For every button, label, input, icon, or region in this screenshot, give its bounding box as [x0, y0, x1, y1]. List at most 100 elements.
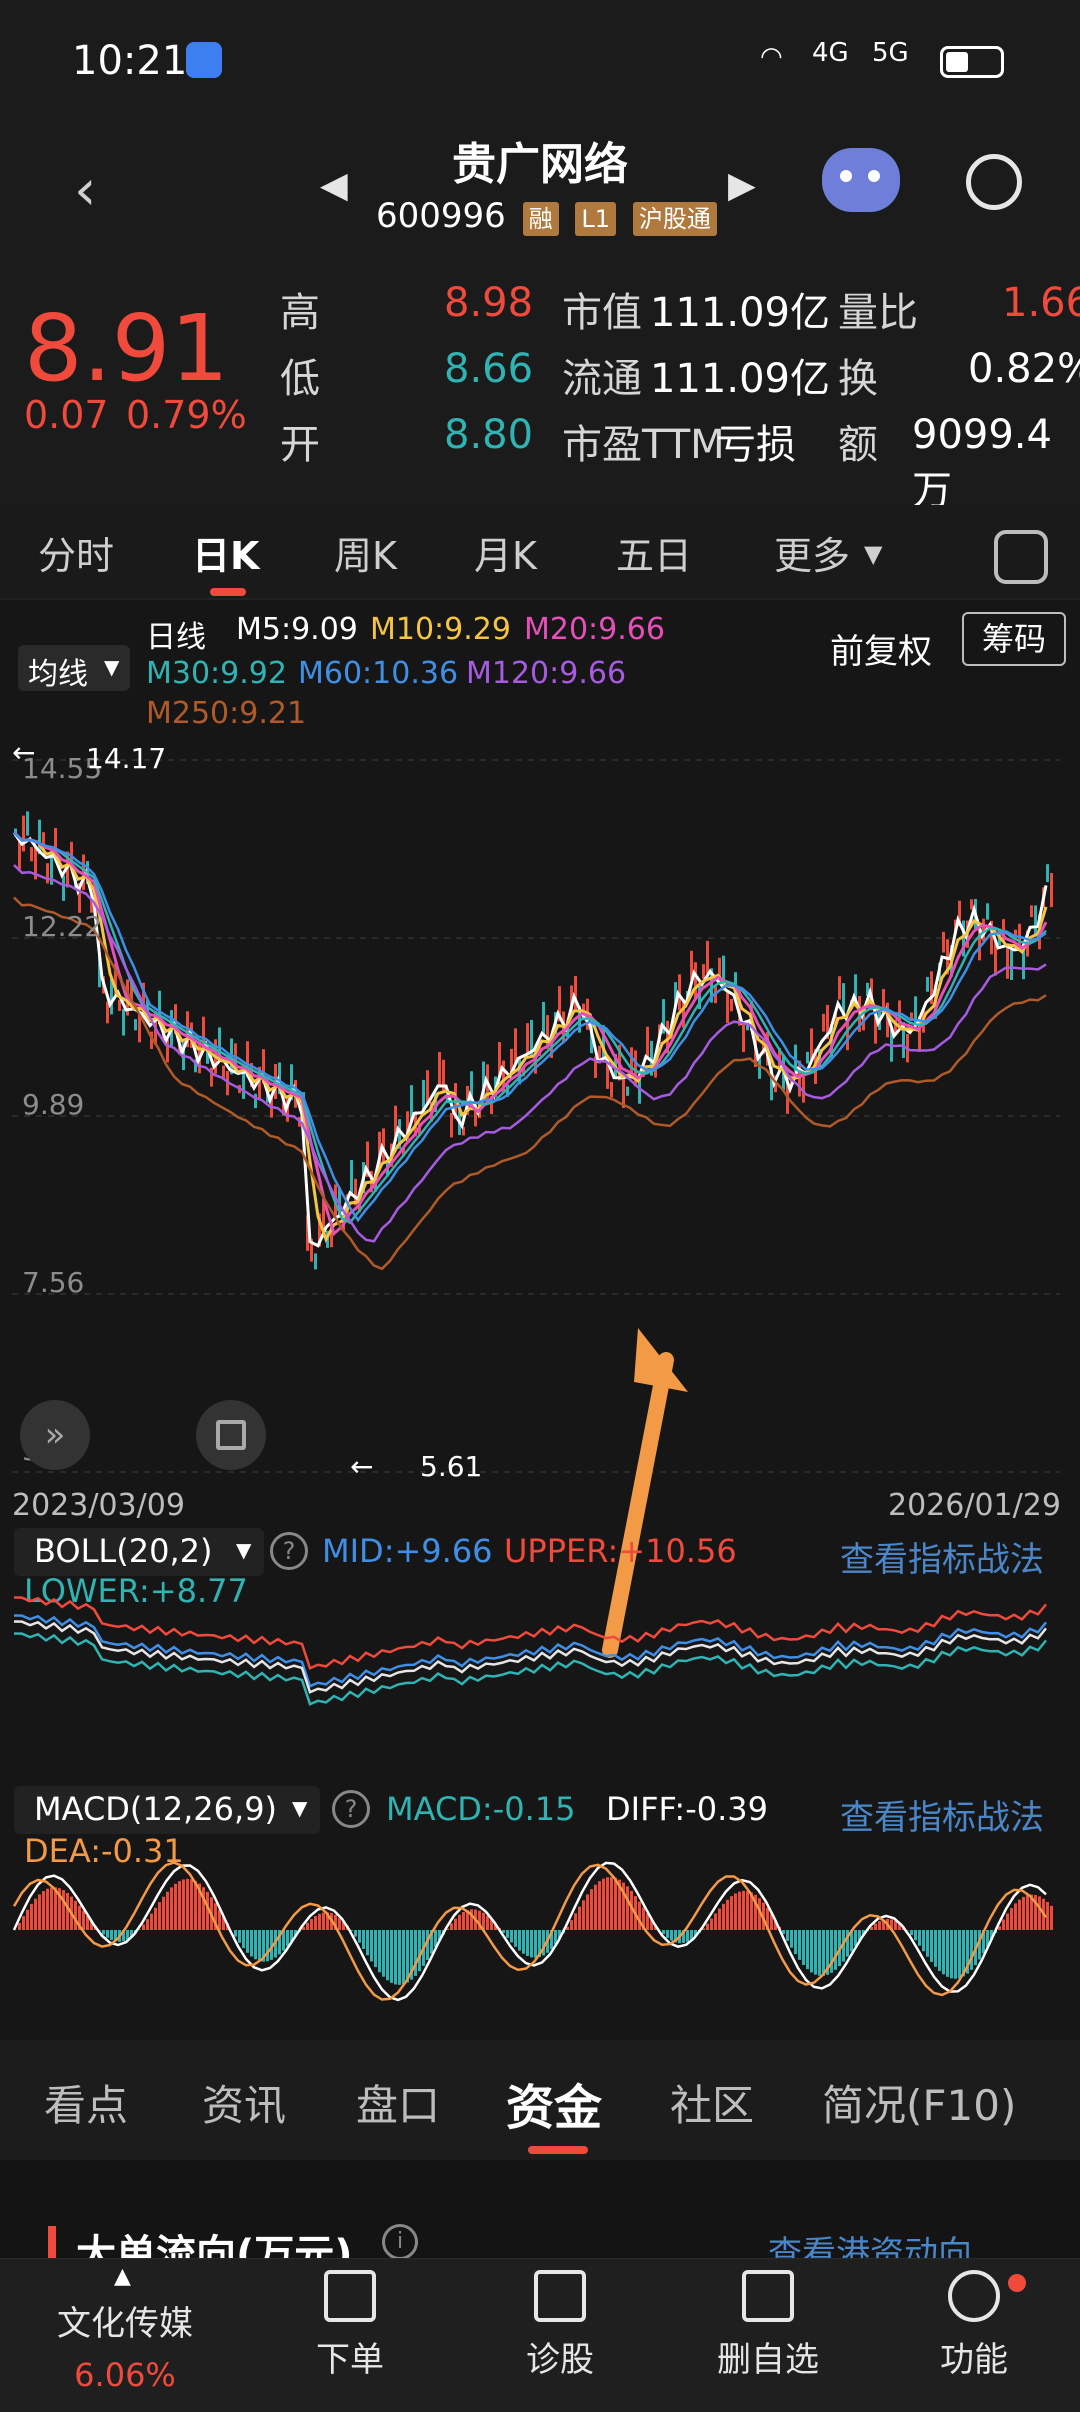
macd-bar: [706, 1923, 709, 1930]
tab-profile[interactable]: 简况(F10): [822, 2072, 1016, 2133]
diagnose-label: 诊股: [526, 2340, 594, 2380]
macd-bar: [810, 1930, 813, 1973]
quote-label-float: 流通: [562, 356, 642, 402]
boll-selector[interactable]: BOLL(20,2) ▼: [14, 1528, 264, 1576]
macd-bar: [686, 1930, 689, 1942]
sector-name[interactable]: 文化传媒: [20, 2296, 230, 2345]
quote-value-mktcap: 111.09亿: [650, 290, 830, 336]
high-label: 14.17: [86, 742, 167, 775]
functions-button[interactable]: 功能: [874, 2270, 1074, 2381]
quote-value-high: 8.98: [444, 280, 534, 326]
tab-daily-k[interactable]: 日K: [192, 525, 259, 580]
macd-bar: [1022, 1896, 1025, 1930]
quote-value-amount: 9099.4万: [912, 412, 1052, 514]
macd-bar: [814, 1930, 817, 1975]
tab-more[interactable]: 更多: [774, 525, 850, 580]
macd-bar: [186, 1878, 189, 1930]
functions-icon: [948, 2270, 1000, 2322]
macd-link[interactable]: 查看指标战法: [840, 1790, 1044, 1839]
candle: [822, 1013, 825, 1032]
adjust-mode[interactable]: 前复权: [830, 624, 932, 673]
macd-bar: [1006, 1913, 1009, 1930]
quote-value-volratio: 1.66: [1002, 280, 1080, 326]
settings-hex-icon[interactable]: [994, 530, 1048, 584]
next-stock-icon[interactable]: ▶: [728, 165, 756, 206]
macd-bar: [722, 1903, 725, 1930]
boll-link[interactable]: 查看指标战法: [840, 1532, 1044, 1581]
tab-monthly-k[interactable]: 月K: [474, 525, 537, 580]
remove-watchlist-icon: [742, 2270, 794, 2322]
info-icon[interactable]: i: [382, 2224, 418, 2260]
y-tick-2: 12.22: [22, 910, 103, 943]
diagnose-button[interactable]: 诊股: [460, 2270, 660, 2381]
tab-news[interactable]: 资讯: [202, 2072, 286, 2133]
tab-five-day[interactable]: 五日: [616, 525, 692, 580]
macd-bar: [1010, 1908, 1013, 1930]
kline-chart[interactable]: [0, 740, 1080, 1510]
stock-code: 600996: [376, 196, 506, 236]
macd-bar: [598, 1881, 601, 1930]
macd-bar: [570, 1920, 573, 1930]
macd-bar: [314, 1916, 317, 1930]
tab-weekly-k[interactable]: 周K: [334, 525, 397, 580]
macd-bar: [242, 1930, 245, 1949]
tab-active-indicator: [210, 588, 246, 596]
tab-community[interactable]: 社区: [670, 2072, 754, 2133]
remove-watchlist-label: 删自选: [717, 2340, 819, 2380]
candle: [646, 1026, 649, 1059]
low-label: 5.61: [420, 1450, 483, 1483]
candle: [942, 931, 945, 953]
macd-bar: [522, 1930, 525, 1954]
chips-button[interactable]: 筹码: [962, 612, 1066, 666]
macd-bar: [578, 1906, 581, 1930]
macd-bar: [662, 1930, 665, 1935]
macd-bar: [594, 1884, 597, 1930]
macd-bar: [710, 1918, 713, 1930]
candle: [1046, 864, 1049, 883]
macd-bar: [34, 1898, 37, 1930]
battery-icon: [940, 46, 1004, 78]
notification-dot: [1008, 2274, 1026, 2292]
macd-bar: [366, 1930, 369, 1956]
macd-bar: [258, 1930, 261, 1961]
macd-diff: DIFF:-0.39: [606, 1790, 768, 1828]
quote-label-turnover: 换: [838, 356, 878, 402]
macd-bar: [74, 1900, 77, 1930]
tab-orderbook[interactable]: 盘口: [356, 2072, 440, 2133]
robot-assistant-icon[interactable]: [822, 148, 900, 212]
tab-highlights[interactable]: 看点: [44, 2072, 128, 2133]
macd-bar: [454, 1918, 457, 1930]
remove-watchlist-button[interactable]: 删自选: [668, 2270, 868, 2381]
macd-bar: [854, 1930, 857, 1947]
candle: [242, 1069, 245, 1099]
fullscreen-icon[interactable]: [196, 1400, 266, 1470]
search-icon[interactable]: [966, 154, 1022, 210]
help-icon[interactable]: ?: [270, 1532, 308, 1570]
daily-line-label: 日线: [146, 620, 206, 655]
fund-flow-section: 大单流向(万元) i 查看港资动向: [0, 2160, 1080, 2278]
expand-left-icon[interactable]: »: [20, 1400, 90, 1470]
moving-average-line: [13, 896, 1047, 1271]
macd-bar: [626, 1886, 629, 1930]
candle: [926, 976, 929, 992]
date-end: 2026/01/29: [888, 1488, 1061, 1523]
macd-chart: [12, 1861, 1053, 2002]
signal-label-1: 4G: [812, 38, 849, 68]
macd-bar: [486, 1915, 489, 1930]
candle: [1050, 872, 1053, 908]
macd-bar: [310, 1919, 313, 1930]
tab-funds[interactable]: 资金: [506, 2068, 602, 2138]
signal-label-2: 5G: [872, 38, 909, 68]
order-button[interactable]: 下单: [250, 2270, 450, 2381]
ma-toggle[interactable]: 均线 ▼: [18, 645, 130, 692]
macd-bar: [318, 1913, 321, 1930]
candle: [1034, 905, 1037, 937]
macd-bar: [822, 1930, 825, 1976]
macd-bar: [178, 1881, 181, 1930]
tab-intraday[interactable]: 分时: [38, 525, 114, 580]
macd-bar: [606, 1877, 609, 1930]
macd-bar: [610, 1876, 613, 1930]
candle: [882, 989, 885, 1009]
macd-help-icon[interactable]: ?: [332, 1790, 370, 1828]
macd-selector[interactable]: MACD(12,26,9) ▼: [14, 1786, 320, 1834]
